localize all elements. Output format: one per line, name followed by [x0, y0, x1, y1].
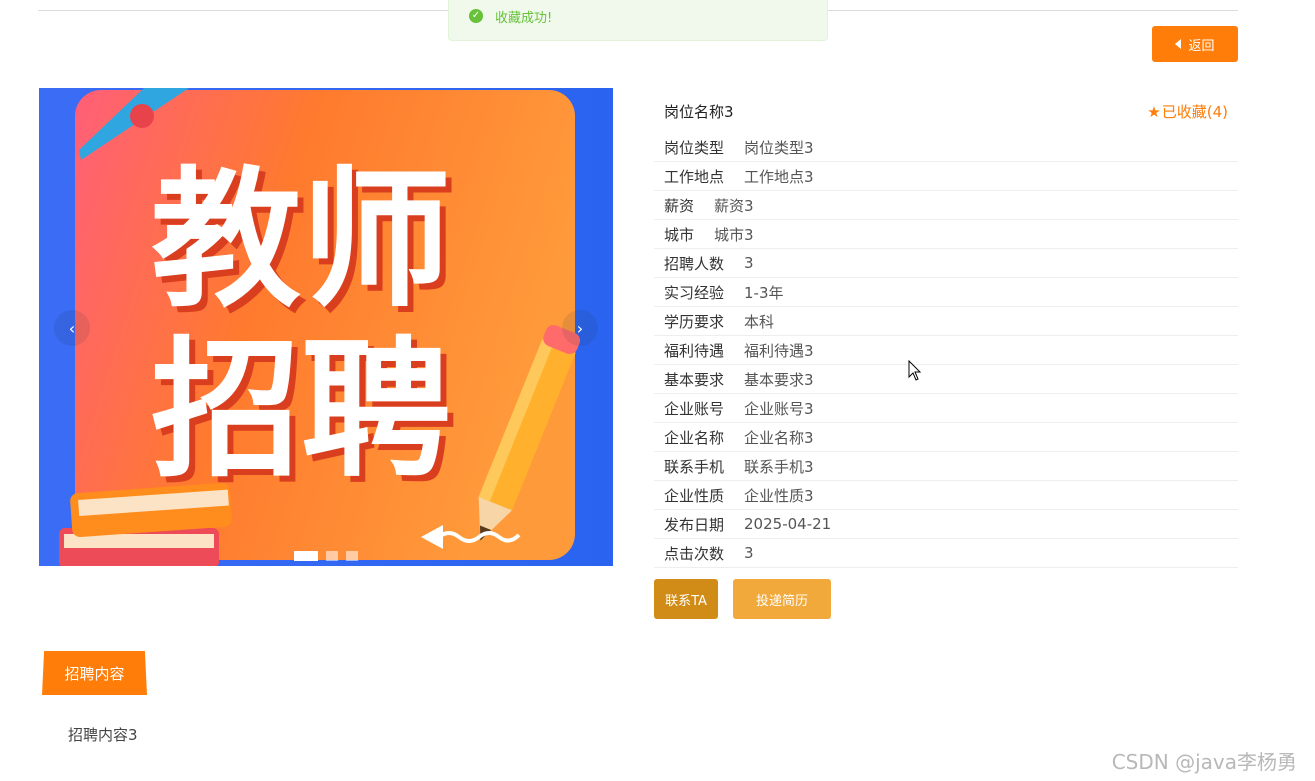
carousel-prev-button[interactable]: ‹	[54, 310, 90, 346]
detail-label: 点击次数	[664, 544, 725, 563]
detail-row: 工作地点 工作地点3	[654, 162, 1238, 191]
job-title: 岗位名称3	[664, 103, 734, 121]
detail-label: 薪资	[664, 196, 695, 215]
detail-row: 实习经验 1-3年	[654, 278, 1238, 307]
detail-label: 福利待遇	[664, 341, 725, 360]
detail-label: 学历要求	[664, 312, 725, 331]
carousel-indicator[interactable]	[294, 551, 318, 561]
detail-value: 3	[744, 254, 754, 272]
detail-row: 福利待遇 福利待遇3	[654, 336, 1238, 365]
detail-value: 联系手机3	[744, 457, 814, 476]
detail-label: 城市	[664, 225, 695, 244]
contact-button[interactable]: 联系TA	[654, 579, 718, 619]
detail-row: 基本要求 基本要求3	[654, 365, 1238, 394]
detail-value: 企业性质3	[744, 486, 814, 505]
favorite-label: 已收藏(4)	[1161, 103, 1228, 121]
detail-row: 招聘人数 3	[654, 249, 1238, 278]
detail-label: 发布日期	[664, 515, 725, 534]
chevron-right-icon: ›	[576, 318, 584, 338]
detail-row: 学历要求 本科	[654, 307, 1238, 336]
detail-value: 城市3	[714, 225, 754, 244]
back-button-label: 返回	[1188, 38, 1215, 54]
detail-label: 企业名称	[664, 428, 725, 447]
back-button[interactable]: 返回	[1152, 26, 1238, 62]
detail-label: 企业账号	[664, 399, 725, 418]
detail-row: 点击次数 3	[654, 539, 1238, 568]
carousel-indicator[interactable]	[326, 551, 338, 561]
image-carousel: 教师 教师 招聘 招聘 ‹ ›	[39, 88, 613, 566]
job-detail-list: 岗位类型 岗位类型3 工作地点 工作地点3 薪资 薪资3 城市 城市3 招聘人数 3 实习…	[654, 133, 1238, 568]
detail-value: 工作地点3	[744, 167, 814, 186]
detail-row: 薪资 薪资3	[654, 191, 1238, 220]
detail-value: 2025-04-21	[744, 515, 832, 533]
mouse-cursor-icon	[908, 360, 922, 381]
detail-row: 岗位类型 岗位类型3	[654, 133, 1238, 162]
poster-line1: 教师	[151, 154, 451, 328]
star-icon: ★	[1147, 102, 1161, 121]
detail-label: 工作地点	[664, 167, 725, 186]
toast-message: 收藏成功!	[495, 10, 553, 26]
detail-value: 福利待遇3	[744, 341, 814, 360]
carousel-next-button[interactable]: ›	[562, 310, 598, 346]
detail-label: 联系手机	[664, 457, 725, 476]
poster-line2: 招聘	[151, 324, 451, 498]
check-circle-icon: ✓	[469, 9, 483, 23]
detail-label: 基本要求	[664, 370, 725, 389]
carousel-indicators	[294, 551, 358, 561]
detail-label: 岗位类型	[664, 138, 725, 157]
detail-value: 企业名称3	[744, 428, 814, 447]
teacher-recruit-poster: 教师 教师 招聘 招聘	[39, 88, 613, 566]
detail-row: 企业性质 企业性质3	[654, 481, 1238, 510]
detail-row: 发布日期 2025-04-21	[654, 510, 1238, 539]
detail-label: 实习经验	[664, 283, 725, 302]
detail-value: 薪资3	[714, 196, 754, 215]
detail-value: 3	[744, 544, 754, 562]
detail-row: 企业账号 企业账号3	[654, 394, 1238, 423]
detail-value: 基本要求3	[744, 370, 814, 389]
detail-label: 招聘人数	[664, 254, 725, 273]
caret-left-icon	[1175, 39, 1182, 49]
detail-row: 企业名称 企业名称3	[654, 423, 1238, 452]
detail-value: 企业账号3	[744, 399, 814, 418]
success-toast: ✓ 收藏成功!	[448, 0, 828, 41]
detail-row: 联系手机 联系手机3	[654, 452, 1238, 481]
detail-row: 城市 城市3	[654, 220, 1238, 249]
detail-value: 本科	[744, 312, 775, 331]
recruit-content-text: 招聘内容3	[68, 726, 138, 744]
favorite-button[interactable]: ★ 已收藏(4)	[1147, 101, 1228, 122]
detail-label: 企业性质	[664, 486, 725, 505]
tab-recruit-content[interactable]: 招聘内容	[42, 651, 147, 695]
detail-value: 1-3年	[744, 283, 784, 302]
detail-value: 岗位类型3	[744, 138, 814, 157]
chevron-left-icon: ‹	[68, 318, 76, 338]
carousel-indicator[interactable]	[346, 551, 358, 561]
submit-resume-button[interactable]: 投递简历	[733, 579, 831, 619]
watermark: CSDN @java李杨勇	[1111, 750, 1297, 774]
